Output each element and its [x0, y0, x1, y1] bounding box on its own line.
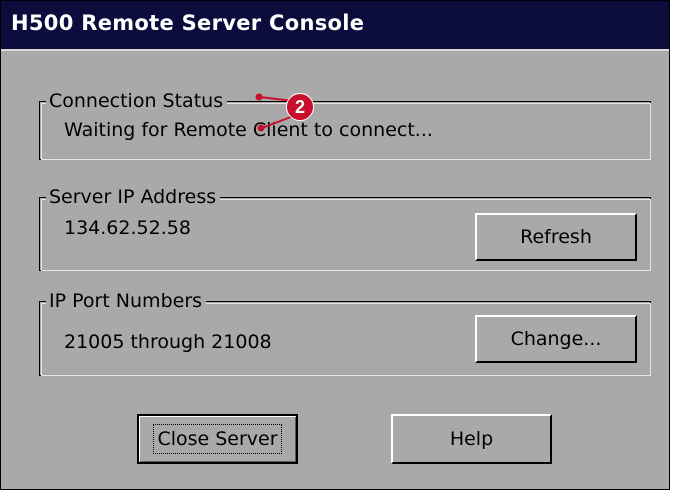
close-server-button-label: Close Server [153, 424, 282, 454]
connection-status-text: Waiting for Remote Client to connect... [64, 119, 433, 141]
close-server-button[interactable]: Close Server [137, 414, 298, 464]
change-ports-button-label: Change... [510, 328, 602, 350]
change-ports-button[interactable]: Change... [475, 315, 637, 363]
server-ip-value: 134.62.52.58 [64, 217, 191, 239]
ip-ports-value: 21005 through 21008 [64, 331, 272, 353]
title-bar: H500 Remote Server Console [1, 1, 669, 51]
help-button-label: Help [449, 428, 494, 450]
server-ip-label: Server IP Address [46, 185, 221, 209]
callout-number: 2 [294, 96, 305, 117]
server-console-window: H500 Remote Server Console Connection St… [0, 0, 670, 490]
refresh-button-label: Refresh [520, 226, 592, 248]
help-button[interactable]: Help [391, 414, 552, 464]
refresh-button[interactable]: Refresh [475, 213, 637, 261]
connection-status-label: Connection Status [46, 89, 228, 113]
window-title: H500 Remote Server Console [11, 11, 365, 35]
connection-status-group: Connection Status Waiting for Remote Cli… [39, 89, 651, 160]
callout-number-badge: 2 [286, 93, 314, 121]
ip-ports-label: IP Port Numbers [46, 289, 207, 313]
